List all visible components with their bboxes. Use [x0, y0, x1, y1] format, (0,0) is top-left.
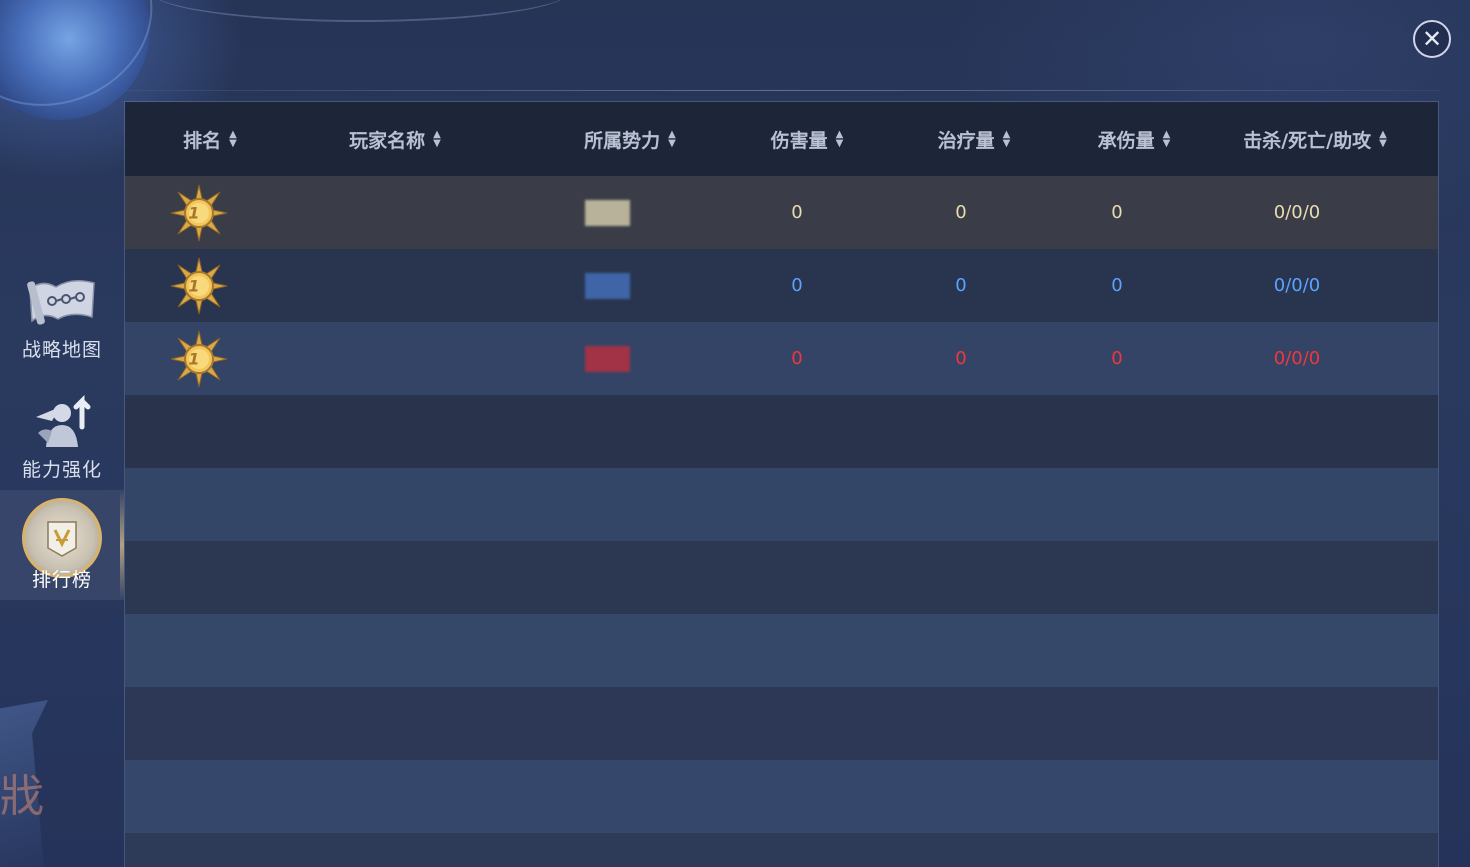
- heal-cell: 0: [899, 322, 1023, 395]
- table-header: 排名 ▲ ▼ 玩家名称 ▲ ▼ 所属势力 ▲ ▼ 伤害量 ▲ ▼ 治疗量 ▲ ▼ 承伤量 …: [125, 102, 1438, 176]
- table-row[interactable]: 1 0 0 0 0/0/0: [125, 249, 1438, 322]
- faction-cell: [545, 249, 670, 322]
- kda-value: 0/0/0: [1273, 202, 1321, 223]
- kda-cell: 0/0/0: [1215, 176, 1379, 249]
- sidebar-item-ability-upgrade[interactable]: 能力强化: [0, 380, 124, 490]
- column-header-kda[interactable]: 击杀/死亡/助攻 ▲ ▼: [1215, 102, 1415, 176]
- damage-taken-value: 0: [1111, 275, 1123, 296]
- sidebar-item-leaderboard[interactable]: 排行榜: [0, 490, 124, 600]
- rank-value: 1: [188, 276, 200, 295]
- ability-upgrade-icon: [36, 394, 91, 447]
- player-name-cell: [315, 322, 475, 395]
- sort-icon: ▲ ▼: [229, 129, 237, 149]
- faction-flag-icon: [585, 272, 630, 299]
- rank-cell: 1: [165, 176, 233, 249]
- damage-value: 0: [791, 202, 803, 223]
- rank-value: 1: [188, 349, 200, 368]
- kda-cell: 0/0/0: [1215, 322, 1379, 395]
- damage-taken-value: 0: [1111, 202, 1123, 223]
- close-icon: ✕: [1421, 25, 1443, 53]
- sort-icon: ▲ ▼: [1379, 129, 1387, 149]
- heal-cell: 0: [899, 249, 1023, 322]
- sidebar-item-label: 能力强化: [21, 459, 102, 481]
- faction-cell: [545, 176, 670, 249]
- damage-taken-cell: 0: [1055, 322, 1179, 395]
- table-row: [125, 541, 1438, 614]
- table-row: [125, 395, 1438, 468]
- sort-icon: ▲ ▼: [668, 129, 676, 149]
- sort-icon: ▲ ▼: [1002, 129, 1011, 149]
- decorative-glyph: 戕: [0, 771, 44, 822]
- rank-value: 1: [188, 203, 200, 222]
- damage-cell: 0: [735, 176, 859, 249]
- damage-taken-cell: 0: [1055, 176, 1179, 249]
- column-header-damage[interactable]: 伤害量 ▲ ▼: [735, 102, 879, 176]
- column-header-rank[interactable]: 排名 ▲ ▼: [165, 102, 255, 176]
- decorative-arc: [150, 0, 570, 22]
- damage-value: 0: [791, 275, 803, 296]
- column-header-player-name[interactable]: 玩家名称 ▲ ▼: [315, 102, 475, 176]
- table-row: [125, 687, 1438, 760]
- sort-icon: ▲ ▼: [433, 129, 441, 149]
- table-row: [125, 760, 1438, 833]
- heal-value: 0: [955, 348, 967, 369]
- table-row: [125, 468, 1438, 541]
- sidebar-item-label: 战略地图: [21, 339, 102, 361]
- heal-value: 0: [955, 202, 967, 223]
- damage-taken-cell: 0: [1055, 249, 1179, 322]
- player-name-cell: [315, 249, 475, 322]
- player-name-cell: [315, 176, 475, 249]
- table-body: 1 0 0 0 0/0/0 1 0 0 0 0/0/0 1 0 0 0 0/0/…: [125, 176, 1438, 867]
- rank-cell: 1: [165, 322, 233, 395]
- table-row: [125, 614, 1438, 687]
- sort-icon: ▲ ▼: [1162, 129, 1171, 149]
- table-row[interactable]: 1 0 0 0 0/0/0: [125, 176, 1438, 249]
- kda-cell: 0/0/0: [1215, 249, 1379, 322]
- kda-value: 0/0/0: [1273, 348, 1321, 369]
- kda-value: 0/0/0: [1273, 275, 1321, 296]
- close-button[interactable]: ✕: [1413, 20, 1451, 58]
- banner-icon: [47, 521, 77, 557]
- sidebar-item-strategy-map[interactable]: 战略地图: [0, 260, 124, 370]
- rank-cell: 1: [165, 249, 233, 322]
- column-header-heal[interactable]: 治疗量 ▲ ▼: [899, 102, 1049, 176]
- faction-cell: [545, 322, 670, 395]
- faction-flag-icon: [585, 345, 630, 372]
- sort-icon: ▲ ▼: [835, 129, 844, 149]
- column-header-faction[interactable]: 所属势力 ▲ ▼: [545, 102, 715, 176]
- heal-value: 0: [955, 275, 967, 296]
- heal-cell: 0: [899, 176, 1023, 249]
- damage-cell: 0: [735, 322, 859, 395]
- leaderboard-table: 排名 ▲ ▼ 玩家名称 ▲ ▼ 所属势力 ▲ ▼ 伤害量 ▲ ▼ 治疗量 ▲ ▼ 承伤量 …: [124, 101, 1439, 867]
- damage-cell: 0: [735, 249, 859, 322]
- sidebar: 战略地图 能力强化 排行榜: [0, 260, 124, 600]
- header-divider: [124, 90, 1440, 91]
- strategy-map-icon: [27, 280, 95, 325]
- damage-taken-value: 0: [1111, 348, 1123, 369]
- table-row[interactable]: 1 0 0 0 0/0/0: [125, 322, 1438, 395]
- faction-flag-icon: [585, 199, 630, 226]
- column-header-damage-taken[interactable]: 承伤量 ▲ ▼: [1059, 102, 1209, 176]
- damage-value: 0: [791, 348, 803, 369]
- sidebar-item-label: 排行榜: [31, 569, 92, 591]
- table-row: [125, 833, 1438, 867]
